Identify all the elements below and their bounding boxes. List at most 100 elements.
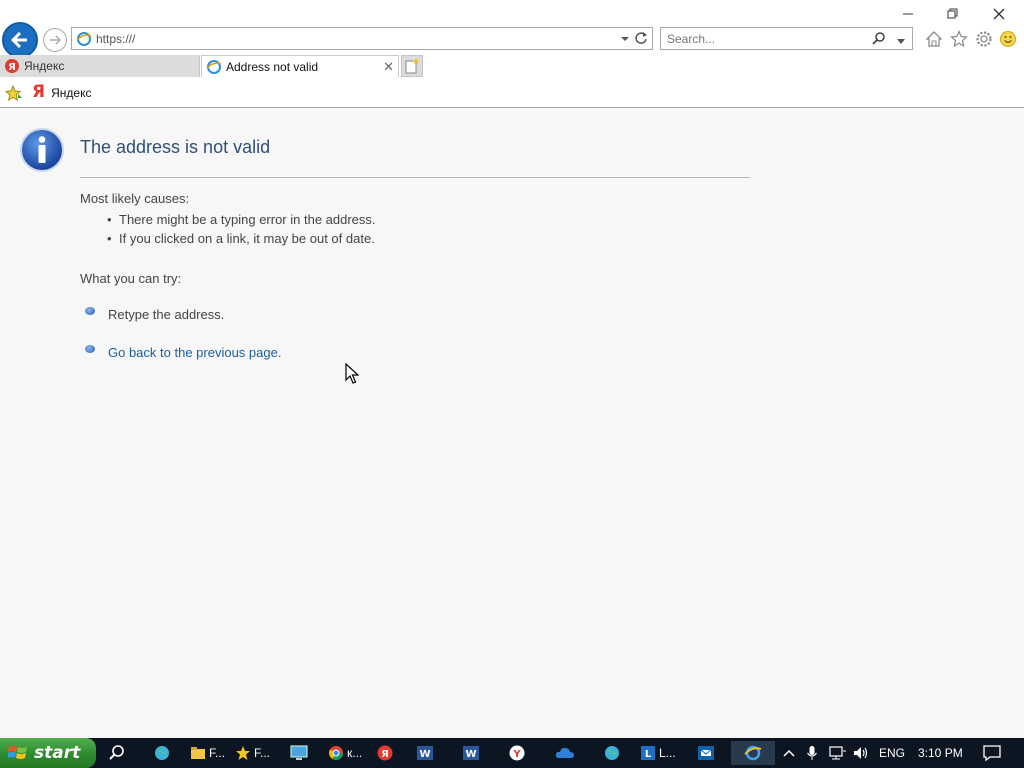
favorite-label: Яндекс [51,85,92,100]
taskbar-word-app-2[interactable]: W [462,741,480,765]
word-icon: W [417,746,433,760]
search-icon [109,745,124,760]
microphone-icon [807,746,817,760]
internet-explorer-icon [744,745,762,761]
tab-close-icon[interactable]: ✕ [383,59,394,75]
back-button[interactable] [2,22,38,58]
tab-yandex[interactable]: Я Яндекс [0,55,200,77]
clock[interactable]: 3:10 PM [918,738,963,768]
retype-address-text: Retype the address. [108,307,225,322]
taskbar-item-label: L... [659,746,676,760]
cause-item: • There might be a typing error in the ad… [107,212,376,227]
cloud-icon [555,747,574,758]
folder-icon [191,747,205,759]
start-label: start [34,743,81,763]
favorites-bar: Я Яндекс [0,79,1024,108]
address-bar[interactable]: https:/// [71,27,653,50]
svg-text:Я: Я [8,62,16,73]
action-center-button[interactable] [983,738,1001,768]
network-icon [829,746,846,760]
search-box[interactable] [660,27,913,50]
taskbar-favorites-app[interactable]: F... [235,741,270,765]
svg-text:W: W [419,749,430,760]
taskbar: start F... F... к... Я W W Y L L... ENG … [0,738,1024,768]
taskbar-globe-app[interactable] [153,741,171,765]
info-icon [19,127,65,176]
search-icon[interactable] [872,31,886,48]
minimize-icon [903,13,913,15]
cause-item: • If you clicked on a link, it may be out… [107,231,375,246]
bullet-icon [85,345,95,353]
taskbar-explorer-app[interactable]: F... [190,741,225,765]
forward-arrow-icon [50,35,62,45]
word-icon: W [463,746,479,760]
yandex-y-icon: Y [509,745,525,761]
address-text: https:/// [96,32,136,46]
ie-page-icon [206,59,222,75]
taskbar-yandex-circle-app[interactable]: Y [509,741,525,765]
minimize-button[interactable] [894,4,922,24]
taskbar-globe-app-2[interactable] [603,741,621,765]
taskbar-search-button[interactable] [108,741,126,765]
try-heading: What you can try: [80,271,182,286]
back-arrow-icon [11,31,27,49]
favorites-star-icon[interactable] [949,29,969,49]
taskbar-word-app[interactable]: W [416,741,434,765]
outlook-icon [698,746,714,760]
restore-icon [947,8,958,19]
taskbar-ie-app[interactable] [731,741,775,765]
restore-button[interactable] [939,4,967,24]
svg-text:W: W [465,749,476,760]
svg-text:Y: Y [512,749,521,760]
divider [80,177,750,178]
svg-text:L: L [645,749,652,760]
forward-button[interactable] [43,28,67,52]
star-icon [236,746,250,760]
globe-icon [605,746,619,760]
close-button[interactable] [985,4,1013,24]
tab-address-not-valid[interactable]: Address not valid ✕ [201,55,399,77]
taskbar-chrome-app[interactable]: к... [328,741,362,765]
volume-tray[interactable] [852,738,870,768]
taskbar-yandex-app[interactable]: Я [377,741,393,765]
taskbar-lync-app[interactable]: L L... [640,741,676,765]
new-tab-button[interactable] [401,55,423,77]
home-icon[interactable] [924,29,944,49]
page-title: The address is not valid [80,137,271,157]
taskbar-item-label: к... [347,746,363,760]
lync-icon: L [641,746,655,760]
speaker-icon [854,747,868,759]
show-hidden-icons-button[interactable] [782,738,796,768]
taskbar-outlook-app[interactable] [697,741,715,765]
network-tray[interactable] [829,738,847,768]
add-favorite-icon[interactable] [4,84,23,104]
taskbar-onedrive-app[interactable] [555,741,575,765]
ie-page-icon [76,31,92,50]
settings-gear-icon[interactable] [974,29,994,49]
taskbar-item-label: F... [254,746,271,760]
microphone-tray[interactable] [806,738,818,768]
favorite-yandex[interactable]: Я Яндекс [32,84,91,101]
feedback-smiley-icon[interactable] [998,29,1018,49]
tab-label: Яндекс [24,59,65,73]
mouse-cursor-icon [345,362,360,388]
taskbar-desktop-app[interactable] [290,741,308,765]
search-dropdown-icon[interactable] [896,35,906,49]
refresh-icon[interactable] [634,31,648,48]
windows-logo-icon [8,746,27,759]
new-tab-icon [405,58,419,74]
chrome-icon [328,746,343,760]
go-back-link[interactable]: Go back to the previous page. [108,345,281,360]
yandex-icon: Я [4,58,20,74]
taskbar-item-label: F... [209,746,226,760]
bullet-icon [85,307,95,315]
search-input[interactable] [661,28,867,49]
svg-text:Я: Я [381,749,389,760]
address-dropdown-icon[interactable] [620,33,630,47]
start-button[interactable]: start [0,738,96,768]
yandex-browser-icon: Я [377,745,393,761]
notification-icon [983,745,1001,761]
language-indicator[interactable]: ENG [879,738,905,768]
browser-chrome: https:/// Я Яндекс [0,0,1024,108]
close-icon [993,8,1005,20]
